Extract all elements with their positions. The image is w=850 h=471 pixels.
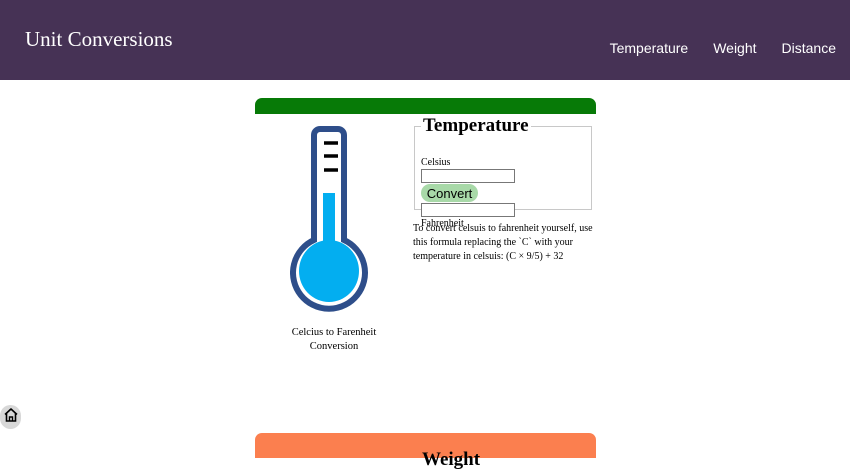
site-title: Unit Conversions <box>25 27 173 51</box>
main-nav: Temperature Weight Distance <box>610 40 836 56</box>
formula-text: To convert celsuis to fahrenheit yoursel… <box>413 223 593 262</box>
convert-button[interactable]: Convert <box>421 184 478 202</box>
thermometer-caption: Celcius to Farenheit Conversion <box>291 327 377 352</box>
home-icon <box>3 407 19 428</box>
nav-weight[interactable]: Weight <box>713 40 756 56</box>
temperature-card-header <box>255 98 596 114</box>
temperature-legend: Temperature <box>423 115 529 136</box>
home-button[interactable] <box>0 405 21 429</box>
temperature-form: Temperature Celsius Convert Fahrenheit <box>414 115 592 229</box>
celsius-label: Celsius <box>421 157 451 168</box>
nav-temperature[interactable]: Temperature <box>610 40 689 56</box>
thermometer-icon <box>290 125 374 325</box>
celsius-input[interactable] <box>421 169 515 183</box>
site-header: Unit Conversions Temperature Weight Dist… <box>0 0 850 80</box>
weight-title: Weight <box>422 449 481 470</box>
nav-distance[interactable]: Distance <box>782 40 836 56</box>
fahrenheit-input[interactable] <box>421 203 515 217</box>
